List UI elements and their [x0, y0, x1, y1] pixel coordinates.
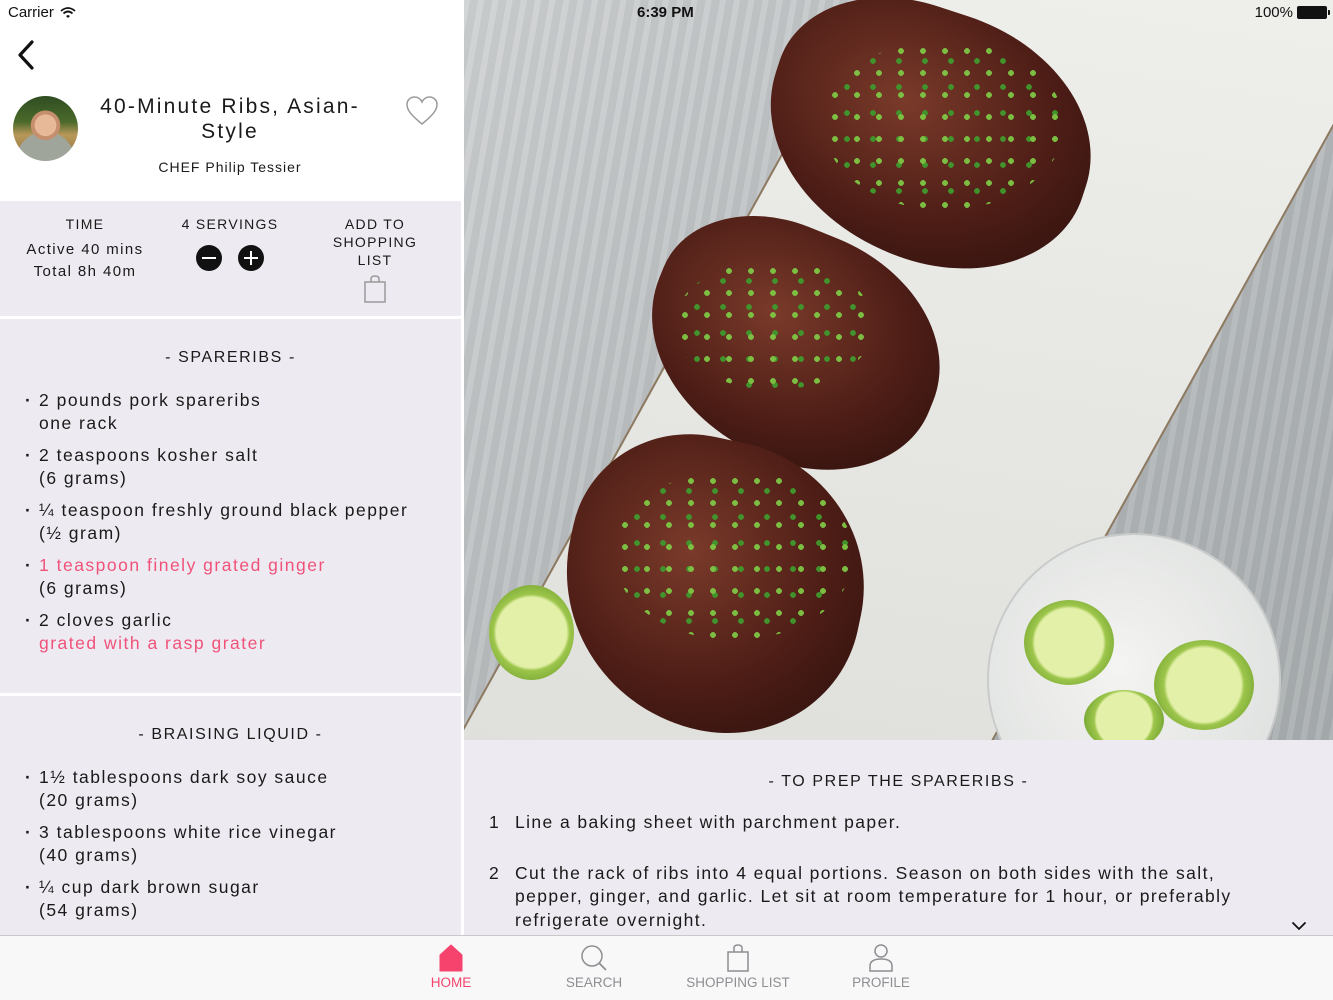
carrier-info: Carrier	[8, 4, 76, 21]
back-button[interactable]	[12, 38, 42, 72]
ingredient-note-link[interactable]: grated with a rasp grater	[39, 632, 461, 655]
photo-scallions	[614, 470, 854, 640]
status-bar: Carrier 6:39 PM 100%	[0, 0, 1333, 26]
step-item: 2 Cut the rack of ribs into 4 equal port…	[464, 862, 1333, 933]
ingredient-item[interactable]: 2 teaspoons kosher salt (6 grams)	[25, 444, 461, 490]
tab-bar: HOME SEARCH SHOPPING LIST PROFILE	[0, 935, 1333, 1000]
ingredient-item[interactable]: 2 pounds pork spareribs one rack	[25, 389, 461, 435]
steps-section-title: - TO PREP THE SPARERIBS -	[768, 773, 1029, 790]
servings-label: 4 SERVINGS	[181, 216, 279, 232]
ingredient-item-highlighted[interactable]: 1 teaspoon finely grated ginger (6 grams…	[25, 554, 461, 600]
ingredient-list: 2 pounds pork spareribs one rack 2 teasp…	[0, 389, 461, 655]
recipe-info-bar: TIME Active 40 mins Total 8h 40m 4 SERVI…	[0, 201, 461, 316]
add-to-shopping-list-button[interactable]	[364, 275, 386, 303]
ingredient-section-spareribs: - SPARERIBS - 2 pounds pork spareribs on…	[0, 319, 461, 693]
ingredient-name: ¼ cup dark brown sugar	[39, 877, 260, 897]
ingredient-name[interactable]: 1 teaspoon finely grated ginger	[39, 554, 461, 577]
ingredient-item[interactable]: 1½ tablespoons dark soy sauce (20 grams)	[25, 766, 461, 812]
ingredient-item[interactable]: 3 tablespoons white rice vinegar (40 gra…	[25, 821, 461, 867]
ingredient-note: (6 grams)	[39, 468, 128, 488]
step-item: 1 Line a baking sheet with parchment pap…	[464, 811, 1333, 835]
ingredient-note: (½ gram)	[39, 523, 122, 543]
time-info: TIME Active 40 mins Total 8h 40m	[10, 215, 160, 283]
recipe-detail-panel: 40-Minute Ribs, Asian-Style CHEF Philip …	[0, 0, 461, 935]
tab-search[interactable]: SEARCH	[534, 944, 654, 990]
ingredient-note: (40 grams)	[39, 845, 139, 865]
chef-avatar[interactable]	[13, 96, 78, 161]
favorite-button[interactable]	[405, 95, 439, 127]
ingredient-note: (6 grams)	[39, 578, 128, 598]
photo-lime	[489, 585, 574, 680]
ingredient-name: 2 teaspoons kosher salt	[39, 445, 259, 465]
tab-label: SHOPPING LIST	[686, 975, 790, 990]
ingredient-section-braising-liquid: - BRAISING LIQUID - 1½ tablespoons dark …	[0, 696, 461, 935]
heart-outline-icon	[406, 96, 438, 125]
chef-name[interactable]: CHEF Philip Tessier	[90, 159, 370, 175]
tab-label: HOME	[430, 975, 472, 990]
tab-shopping-list[interactable]: SHOPPING LIST	[678, 944, 798, 990]
shopping-bag-icon	[727, 944, 749, 972]
recipe-header: 40-Minute Ribs, Asian-Style CHEF Philip …	[0, 0, 461, 198]
ingredient-name: 2 pounds pork spareribs	[39, 390, 262, 410]
search-icon	[581, 945, 607, 971]
chevron-down-icon	[1292, 922, 1306, 930]
decrease-servings-button[interactable]	[196, 245, 222, 271]
recipe-photo	[464, 0, 1333, 740]
battery-icon	[1297, 6, 1330, 19]
ingredient-item[interactable]: ¼ teaspoon freshly ground black pepper (…	[25, 499, 461, 545]
battery-percent: 100%	[1254, 4, 1293, 21]
ingredient-note: (54 grams)	[39, 900, 139, 920]
recipe-title: 40-Minute Ribs, Asian-Style	[100, 95, 360, 143]
photo-lime	[1024, 600, 1114, 685]
ingredient-list: 1½ tablespoons dark soy sauce (20 grams)…	[0, 766, 461, 922]
ingredient-name: 2 cloves garlic	[39, 610, 173, 630]
chevron-left-icon	[18, 40, 34, 70]
time-label: TIME	[65, 216, 105, 232]
increase-servings-button[interactable]	[238, 245, 264, 271]
step-text: Cut the rack of ribs into 4 equal portio…	[515, 862, 1232, 930]
step-text: Line a baking sheet with parchment paper…	[515, 812, 902, 832]
tab-label: SEARCH	[565, 975, 623, 990]
carrier-name: Carrier	[8, 4, 54, 21]
ingredient-name: 1½ tablespoons dark soy sauce	[39, 767, 329, 787]
person-icon	[869, 944, 893, 972]
ingredient-item[interactable]: 2 cloves garlic grated with a rasp grate…	[25, 609, 461, 655]
shopping-list-label: ADD TO SHOPPING LIST	[332, 216, 418, 268]
expand-steps-button[interactable]	[1291, 919, 1307, 931]
time-values: Active 40 mins Total 8h 40m	[10, 239, 160, 283]
section-title: - SPARERIBS -	[165, 349, 296, 366]
servings-control: 4 SERVINGS	[170, 215, 290, 271]
clock: 6:39 PM	[637, 4, 694, 21]
ingredient-item[interactable]: ¼ cup dark brown sugar (54 grams)	[25, 876, 461, 922]
step-number: 1	[489, 812, 501, 832]
active-time: Active 40 mins	[26, 241, 144, 258]
ingredient-note: one rack	[39, 413, 119, 433]
total-time: Total 8h 40m	[33, 263, 137, 280]
photo-lime	[1154, 640, 1254, 730]
tab-home[interactable]: HOME	[391, 944, 511, 990]
tab-profile[interactable]: PROFILE	[821, 944, 941, 990]
ingredient-note: (20 grams)	[39, 790, 139, 810]
section-title: - BRAISING LIQUID -	[138, 726, 323, 743]
tab-label: PROFILE	[852, 975, 910, 990]
step-number: 2	[489, 862, 501, 883]
battery-status: 100%	[1254, 4, 1330, 21]
servings-stepper	[170, 245, 290, 271]
photo-scallions	[674, 260, 874, 390]
ingredient-name: 3 tablespoons white rice vinegar	[39, 822, 338, 842]
wifi-icon	[60, 6, 76, 18]
ingredient-name: ¼ teaspoon freshly ground black pepper	[39, 500, 409, 520]
add-to-shopping-list[interactable]: ADD TO SHOPPING LIST	[300, 215, 450, 303]
steps-panel[interactable]: - TO PREP THE SPARERIBS - 1 Line a bakin…	[464, 740, 1333, 935]
photo-scallions	[824, 40, 1064, 210]
shopping-bag-icon	[364, 275, 386, 303]
home-icon	[439, 944, 463, 972]
